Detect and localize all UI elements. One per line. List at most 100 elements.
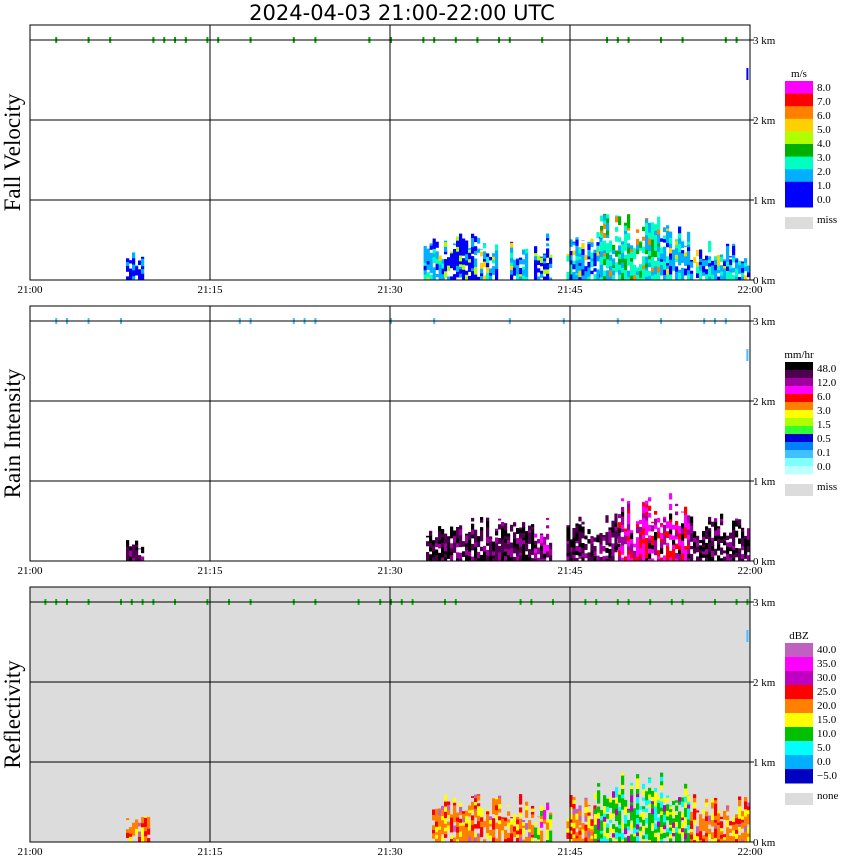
echo-cell — [486, 809, 490, 812]
echo-cell — [498, 551, 502, 556]
echo-cell — [468, 551, 472, 557]
echo-cell — [578, 527, 582, 532]
echo-cell — [609, 797, 613, 800]
echo-cell — [633, 808, 637, 813]
echo-cell — [480, 268, 484, 274]
echo-cell — [489, 541, 493, 549]
echo-cell — [693, 834, 697, 841]
echo-cell — [669, 550, 673, 558]
echo-cell — [581, 240, 585, 242]
echo-cell — [444, 553, 448, 558]
echo-cell — [522, 271, 526, 276]
echo-cell — [666, 521, 670, 529]
echo-cell — [531, 808, 535, 812]
echo-cell — [522, 552, 526, 557]
echo-cell — [429, 252, 433, 260]
echo-cell — [708, 270, 712, 277]
echo-cell — [435, 554, 439, 562]
echo-cell — [587, 804, 591, 807]
colorbar-swatch — [785, 118, 813, 132]
echo-cell — [486, 517, 490, 522]
echo-cell — [618, 807, 622, 811]
echo-cell — [459, 802, 463, 807]
echo-cell — [687, 814, 691, 820]
echo-cell — [642, 227, 646, 231]
echo-cell — [441, 546, 445, 551]
echo-cell — [726, 815, 730, 821]
echo-cell — [441, 809, 445, 817]
echo-cell — [705, 534, 709, 540]
echo-cell — [596, 269, 600, 276]
echo-cell — [456, 271, 460, 278]
echo-cell — [684, 506, 688, 511]
echo-cell — [528, 532, 532, 539]
echo-cell — [696, 272, 700, 278]
colorbar-label: 6.0 — [817, 110, 831, 122]
echo-cell — [453, 810, 457, 817]
echo-cell — [540, 810, 544, 816]
colorbar-label: 8.0 — [817, 82, 831, 94]
echo-cell — [639, 547, 643, 554]
echo-cell — [714, 521, 718, 528]
echo-cell — [606, 258, 610, 264]
echo-cell — [726, 553, 730, 558]
echo-cell — [578, 827, 582, 831]
echo-cell — [651, 548, 655, 554]
echo-cell — [738, 805, 742, 811]
echo-cell — [621, 272, 625, 278]
echo-cell — [645, 243, 649, 250]
echo-cell — [603, 223, 607, 230]
echo-cell — [705, 548, 709, 555]
echo-cell — [575, 523, 579, 527]
echo-cell — [657, 531, 661, 539]
echo-cell — [651, 521, 655, 524]
echo-cell — [471, 529, 475, 535]
colorbar-swatch — [785, 156, 813, 170]
missing-swatch — [785, 484, 813, 496]
echo-cell — [462, 825, 466, 831]
echo-cell — [684, 260, 688, 266]
echo-cell — [636, 823, 640, 830]
echo-cell — [615, 831, 619, 837]
echo-cell — [572, 554, 576, 559]
echo-cell — [504, 523, 508, 524]
echo-cell — [614, 535, 618, 541]
echo-cell — [495, 244, 499, 251]
echo-cell — [621, 262, 625, 268]
echo-cell — [663, 821, 667, 826]
echo-cell — [687, 264, 691, 271]
echo-cell — [597, 790, 601, 794]
echo-cell — [578, 815, 582, 821]
echo-cell — [744, 816, 748, 822]
echo-cell — [663, 535, 667, 542]
echo-cell — [741, 554, 745, 559]
echo-cell — [645, 270, 649, 277]
echo-cell — [654, 832, 658, 838]
echo-cell — [441, 533, 445, 538]
colorbar-label: 12.0 — [817, 377, 837, 389]
echo-cell — [126, 258, 130, 263]
echo-cell — [678, 269, 682, 273]
echo-cell — [525, 255, 529, 261]
echo-cell — [681, 257, 685, 263]
colorbar-swatch — [785, 169, 813, 183]
echo-cell — [603, 258, 607, 266]
colorbar-label: 3.0 — [817, 405, 831, 417]
echo-cell — [590, 543, 594, 549]
echo-cell — [720, 521, 724, 526]
echo-cell — [534, 252, 538, 257]
echo-cell — [468, 265, 472, 272]
echo-cell — [726, 257, 730, 262]
echo-cell — [645, 799, 649, 806]
echo-cell — [720, 256, 724, 262]
echo-cell — [507, 533, 511, 537]
echo-cell — [624, 823, 628, 829]
echo-cell — [507, 822, 511, 828]
echo-cell — [132, 264, 136, 271]
echo-cell — [504, 820, 508, 827]
echo-cell — [642, 259, 646, 266]
echo-cell — [642, 509, 646, 514]
echo-cell — [453, 260, 457, 266]
echo-cell — [572, 819, 576, 823]
echo-cell — [627, 233, 631, 240]
